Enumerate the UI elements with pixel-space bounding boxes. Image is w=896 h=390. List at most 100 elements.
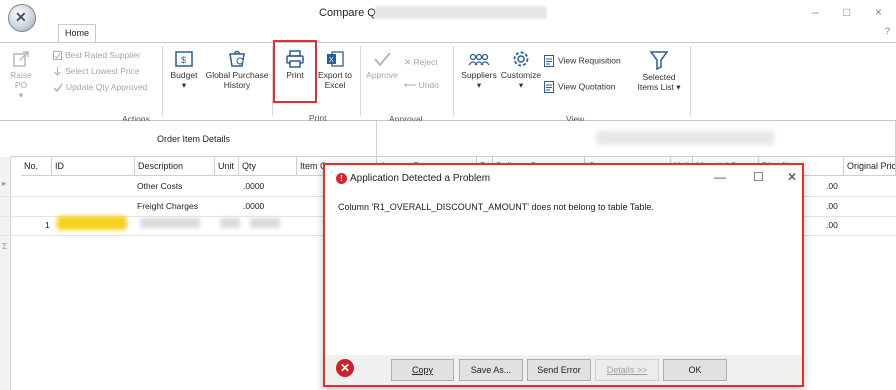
export-to-excel-label-1: Export to: [317, 70, 353, 80]
view-requisition-label: View Requisition: [558, 55, 621, 66]
view-quotation-button[interactable]: View Quotation: [544, 81, 616, 93]
shopping-bag-icon: [229, 50, 245, 67]
redacted-qty: [250, 218, 280, 228]
group-separator: [453, 46, 454, 116]
svg-text:$: $: [181, 55, 186, 65]
save-as-button[interactable]: Save As...: [459, 359, 523, 381]
order-item-details-band: Order Item Details: [11, 121, 377, 157]
approve-label: Approve: [366, 70, 398, 80]
gear-icon: [513, 51, 529, 67]
dialog-minimize-button[interactable]: —: [714, 170, 726, 184]
details-button-label: Details >>: [606, 365, 648, 375]
save-as-button-label: Save As...: [470, 365, 512, 375]
raise-po-icon: [13, 51, 29, 67]
dialog-title-bar: ! Application Detected a Problem — ☐ ✕: [325, 165, 802, 193]
selected-items-list-label-2: Items List: [637, 82, 674, 92]
customize-button[interactable]: Customize ▾: [500, 50, 542, 90]
view-quotation-label: View Quotation: [558, 81, 616, 92]
quotation-doc-icon: [544, 81, 554, 93]
row-qty[interactable]: .0000: [243, 196, 264, 216]
undo-button[interactable]: ⟵ Undo: [404, 80, 439, 91]
error-small-icon: !: [336, 173, 347, 184]
global-purchase-history-button[interactable]: Global Purchase History: [205, 50, 269, 90]
export-to-excel-label-2: Excel: [324, 80, 346, 90]
row-disc[interactable]: .00: [826, 196, 838, 216]
raise-po-arrow: ▾: [18, 90, 24, 100]
redacted-description: [140, 218, 200, 228]
window-close-button[interactable]: ×: [875, 5, 882, 19]
update-qty-approved-button[interactable]: Update Qty Approved: [53, 82, 148, 93]
app-menu-button[interactable]: ✕: [8, 4, 36, 32]
svg-text:X: X: [329, 57, 334, 64]
summary-sigma-icon: Σ: [2, 241, 8, 251]
print-highlight-box: [273, 40, 317, 103]
column-header-unit[interactable]: Unit: [215, 157, 239, 176]
send-error-button[interactable]: Send Error: [527, 359, 591, 381]
suppliers-people-icon: [468, 53, 490, 66]
redacted-item-id: [57, 216, 127, 230]
copy-button-label: Copy: [411, 365, 433, 375]
error-x-icon: ✕: [336, 359, 354, 377]
order-item-details-title: Order Item Details: [156, 134, 231, 144]
export-to-excel-button[interactable]: X Export to Excel: [315, 50, 355, 90]
send-error-button-label: Send Error: [537, 365, 581, 375]
suppliers-button[interactable]: Suppliers ▾: [457, 50, 501, 90]
dialog-close-button[interactable]: ✕: [787, 170, 797, 184]
help-icon[interactable]: ?: [885, 26, 890, 36]
row-qty[interactable]: .0000: [243, 176, 264, 196]
undo-arrow-icon: ⟵: [404, 80, 419, 90]
budget-button[interactable]: $ Budget ▾: [166, 50, 202, 90]
error-message: Column 'R1_OVERALL_DISCOUNT_AMOUNT' does…: [338, 202, 654, 212]
redacted-unit: [220, 218, 240, 228]
row-description[interactable]: Other Costs: [137, 176, 182, 196]
select-lowest-price-label: Select Lowest Price: [65, 66, 140, 76]
best-rated-supplier-button[interactable]: Best Rated Supplier: [53, 50, 141, 61]
global-purchase-history-label-2: History: [223, 80, 251, 90]
best-rated-supplier-label: Best Rated Supplier: [65, 50, 141, 60]
requisition-doc-icon: [544, 55, 554, 67]
tab-home[interactable]: Home: [58, 24, 96, 43]
reject-label: Reject: [413, 57, 438, 67]
title-bar: ✕ Compare Quotes – □ ×: [0, 0, 896, 32]
suppliers-label: Suppliers: [461, 70, 497, 80]
approve-check-icon: [374, 52, 391, 67]
dialog-maximize-button[interactable]: ☐: [753, 170, 764, 184]
window-maximize-button[interactable]: □: [843, 5, 850, 19]
column-header-description[interactable]: Description: [135, 157, 215, 176]
column-header-qty[interactable]: Qty: [239, 157, 297, 176]
column-header-id[interactable]: ID: [52, 157, 135, 176]
supplier-name-redacted: [596, 131, 774, 145]
app-orb-icon: ✕: [15, 9, 27, 25]
error-dialog: ! Application Detected a Problem — ☐ ✕ C…: [323, 163, 804, 387]
excel-icon: X: [327, 51, 344, 67]
customize-label: Customize: [500, 70, 542, 80]
reject-button[interactable]: ✕ Reject: [404, 57, 438, 68]
rated-icon: [53, 51, 62, 61]
select-lowest-price-button[interactable]: Select Lowest Price: [53, 66, 140, 76]
raise-po-button[interactable]: Raise PO ▾: [9, 50, 33, 100]
row-disc[interactable]: .00: [826, 215, 838, 235]
view-requisition-button[interactable]: View Requisition: [544, 55, 621, 67]
window-minimize-button[interactable]: –: [812, 5, 819, 19]
selected-items-list-button[interactable]: Selected Items List ▾: [636, 50, 682, 92]
update-qty-approved-label: Update Qty Approved: [66, 82, 148, 92]
filter-funnel-icon: [649, 51, 669, 70]
copy-button[interactable]: Copy: [391, 359, 454, 381]
row-description[interactable]: Freight Charges: [137, 196, 198, 216]
row-no[interactable]: 1: [45, 215, 50, 235]
undo-label: Undo: [418, 80, 439, 90]
column-header-original-price[interactable]: Original Pric: [844, 157, 896, 176]
approve-button[interactable]: Approve: [363, 50, 401, 80]
current-row-indicator-icon: ▸: [2, 178, 7, 188]
details-button[interactable]: Details >>: [595, 359, 659, 381]
group-separator: [360, 46, 361, 116]
dialog-title: Application Detected a Problem: [350, 173, 491, 184]
title-redacted: [375, 6, 547, 19]
lowest-price-icon: [54, 67, 61, 76]
global-purchase-history-label-1: Global Purchase: [205, 70, 269, 80]
budget-label: Budget: [170, 70, 198, 80]
ok-button[interactable]: OK: [663, 359, 727, 381]
row-disc[interactable]: .00: [826, 176, 838, 196]
budget-icon: $: [175, 51, 193, 67]
column-header-no[interactable]: No.: [21, 157, 52, 176]
